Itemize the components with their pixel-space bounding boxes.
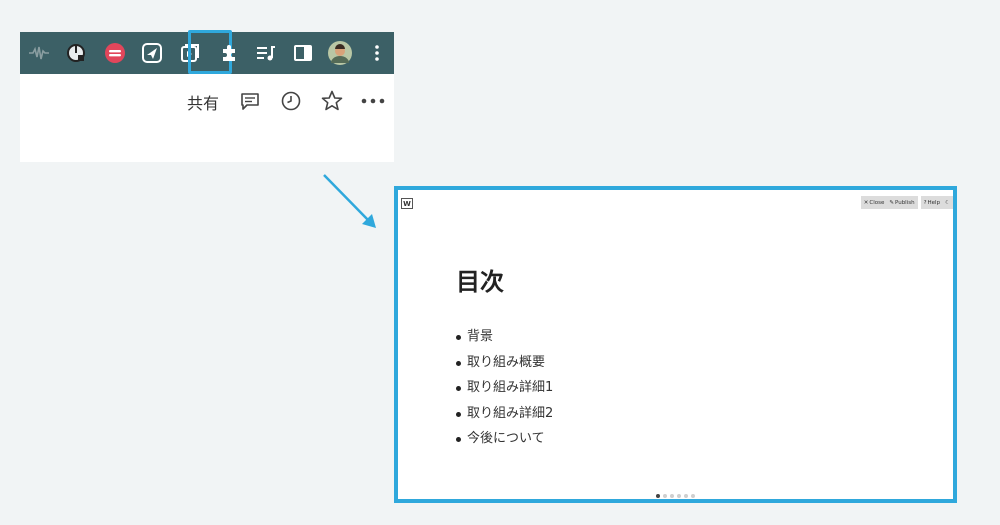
pager-dot[interactable] <box>670 494 674 498</box>
bullet-icon <box>456 437 461 442</box>
publish-button[interactable]: ✎ Publish <box>889 200 914 206</box>
pager-dot[interactable] <box>656 494 660 498</box>
more-horizontal-icon[interactable] <box>361 89 385 113</box>
list-item: 取り組み詳細2 <box>456 404 553 430</box>
app-logo: W <box>401 198 413 209</box>
dark-mode-toggle[interactable]: ☾ <box>945 200 950 206</box>
kebab-menu-icon[interactable] <box>364 40 390 66</box>
star-icon[interactable] <box>320 89 344 113</box>
pager-dot[interactable] <box>677 494 681 498</box>
publish-icon: ✎ <box>889 199 894 206</box>
slide-preview: W ✕ Close ✎ Publish ? Help ☾ 目次 背景 取り組み概… <box>394 186 957 503</box>
list-item: 今後について <box>456 429 553 455</box>
bullet-icon <box>456 411 461 417</box>
profile-avatar[interactable] <box>327 40 353 66</box>
page-header: 共有 <box>20 74 394 162</box>
browser-toolbar <box>20 30 394 74</box>
close-button[interactable]: ✕ Close <box>864 200 885 206</box>
close-icon: ✕ <box>863 199 869 206</box>
list-item: 取り組み詳細1 <box>456 378 553 404</box>
bullet-icon <box>456 386 461 391</box>
share-button[interactable]: 共有 <box>187 90 219 114</box>
help-button[interactable]: ? Help <box>924 200 940 206</box>
pager-dot[interactable] <box>684 494 688 498</box>
list-item: 取り組み概要 <box>456 353 553 379</box>
bullet-icon <box>456 335 461 340</box>
playlist-icon[interactable] <box>253 40 279 66</box>
slide-pager <box>656 494 695 498</box>
pager-dot[interactable] <box>691 494 695 498</box>
agenda-list: 背景 取り組み概要 取り組み詳細1 取り組み詳細2 今後について <box>456 327 553 455</box>
slide-title: 目次 <box>456 268 504 296</box>
red-circle-extension-icon[interactable] <box>102 40 128 66</box>
history-clock-icon[interactable] <box>279 89 303 113</box>
bullet-icon <box>456 360 461 366</box>
comment-icon[interactable] <box>238 89 262 113</box>
send-arrow-icon[interactable] <box>139 40 165 66</box>
moon-icon: ☾ <box>945 199 950 206</box>
pager-dot[interactable] <box>663 494 667 498</box>
puzzle-extensions-icon[interactable] <box>216 40 242 66</box>
power-timer-icon[interactable] <box>63 40 89 66</box>
pointer-arrow-icon <box>318 170 380 236</box>
sidebar-panel-icon[interactable] <box>290 40 316 66</box>
audio-wave-icon[interactable] <box>26 40 52 66</box>
help-icon: ? <box>923 199 927 206</box>
slide-controls: ✕ Close ✎ Publish ? Help ☾ <box>860 196 953 209</box>
list-item: 背景 <box>456 327 553 353</box>
